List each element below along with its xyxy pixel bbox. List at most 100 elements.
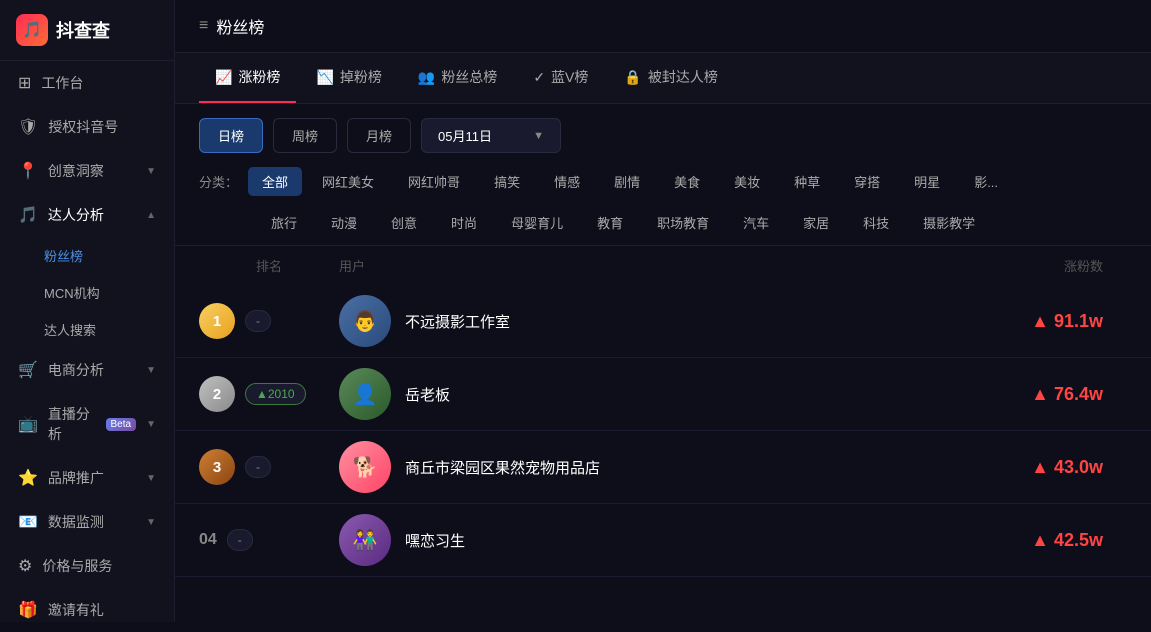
sidebar-item-auth[interactable]: 🛡 授权抖音号 [0, 105, 174, 149]
table-row[interactable]: 1 - 👨 不远摄影工作室 ▲ 91.1w [175, 285, 1151, 358]
cat-food[interactable]: 美食 [660, 167, 714, 196]
cat-fashion[interactable]: 穿搭 [840, 167, 894, 196]
rank-badge: - [227, 529, 253, 551]
cat-drama[interactable]: 剧情 [600, 167, 654, 196]
pricing-icon: ⚙ [18, 556, 32, 576]
cat-parenting[interactable]: 母婴育儿 [497, 208, 577, 237]
sidebar-item-ecommerce[interactable]: 🛒 电商分析 ▼ [0, 348, 174, 392]
sidebar-item-label: 达人分析 [48, 205, 104, 225]
sidebar-item-creator[interactable]: 🎵 达人分析 ▲ [0, 193, 174, 237]
sidebar-item-pricing[interactable]: ⚙ 价格与服务 [0, 544, 174, 588]
sidebar-item-label: 电商分析 [48, 360, 104, 380]
cat-grass[interactable]: 种草 [780, 167, 834, 196]
page-header: ≡ 粉丝榜 [175, 0, 1151, 53]
tab-total[interactable]: 👥 粉丝总榜 [402, 53, 513, 103]
badge-text: - [238, 533, 242, 547]
chevron-down-icon: ▼ [146, 517, 156, 528]
rank-medal-gold: 1 [199, 303, 235, 339]
sidebar: 🎵 抖查查 ⊞ 工作台 🛡 授权抖音号 📍 创意洞察 ▼ 🎵 达人分析 ▲ 粉丝… [0, 0, 175, 622]
logo-icon: 🎵 [16, 14, 48, 46]
fans-count: ▲ 42.5w [1031, 530, 1103, 550]
chevron-down-icon: ▼ [146, 419, 156, 430]
rise-icon: 📈 [215, 69, 232, 86]
table-row[interactable]: 3 - 🐕 商丘市梁园区果然宠物用品店 ▲ 43.0w [175, 431, 1151, 504]
cat-all[interactable]: 全部 [248, 167, 302, 196]
cat-celeb[interactable]: 明星 [900, 167, 954, 196]
insight-icon: 📍 [18, 161, 38, 181]
cat-home[interactable]: 家居 [789, 208, 843, 237]
rank-number: 04 [199, 531, 217, 549]
rank-number: 3 [213, 459, 221, 476]
cat-funny[interactable]: 搞笑 [480, 167, 534, 196]
sidebar-item-label: 品牌推广 [48, 468, 104, 488]
cat-style[interactable]: 时尚 [437, 208, 491, 237]
chevron-down-icon: ▼ [146, 365, 156, 376]
cat-emotion[interactable]: 情感 [540, 167, 594, 196]
cat-travel[interactable]: 旅行 [257, 208, 311, 237]
workspace-icon: ⊞ [18, 73, 31, 93]
sidebar-item-label: 授权抖音号 [48, 117, 118, 137]
page-title: 粉丝榜 [216, 14, 264, 38]
badge-text: ▲2010 [256, 387, 295, 401]
cat-anime[interactable]: 动漫 [317, 208, 371, 237]
cat-beauty[interactable]: 网红美女 [308, 167, 388, 196]
rank-badge-up: ▲2010 [245, 383, 306, 405]
cat-photo[interactable]: 摄影教学 [909, 208, 989, 237]
cat-education[interactable]: 教育 [583, 208, 637, 237]
beta-badge: Beta [106, 418, 137, 431]
table-row[interactable]: 2 ▲2010 👤 岳老板 ▲ 76.4w [175, 358, 1151, 431]
tab-label: 蓝V榜 [551, 67, 588, 87]
drop-icon: 📉 [316, 69, 333, 86]
cat-car[interactable]: 汽车 [729, 208, 783, 237]
cat-tech[interactable]: 科技 [849, 208, 903, 237]
avatar-icon: 🐕 [353, 455, 378, 480]
sidebar-item-label: 邀请有礼 [48, 600, 104, 620]
rank-number: 1 [213, 313, 221, 330]
sidebar-item-brand[interactable]: ⭐ 品牌推广 ▼ [0, 456, 174, 500]
fans-column: ▲ 76.4w [967, 384, 1127, 405]
date-dropdown[interactable]: 05月11日 ▼ [421, 118, 561, 153]
sidebar-item-invite[interactable]: 🎁 邀请有礼 [0, 588, 174, 632]
daily-button[interactable]: 日榜 [199, 118, 263, 153]
live-icon: 📺 [18, 414, 38, 434]
category-row-2: 旅行 动漫 创意 时尚 母婴育儿 教育 职场教育 汽车 家居 科技 摄影教学 [233, 208, 1151, 245]
avatar-icon: 👤 [353, 382, 378, 407]
tab-bluev[interactable]: ✓ 蓝V榜 [517, 53, 604, 103]
tab-rise[interactable]: 📈 涨粉榜 [199, 53, 296, 103]
sidebar-item-mcn[interactable]: MCN机构 [0, 274, 174, 311]
header-rank: 排名 [199, 256, 339, 275]
fans-label: 粉丝榜 [44, 246, 83, 265]
cat-creative[interactable]: 创意 [377, 208, 431, 237]
rank-column: 2 ▲2010 [199, 376, 339, 412]
sidebar-item-workspace[interactable]: ⊞ 工作台 [0, 61, 174, 105]
cat-handsome[interactable]: 网红帅哥 [394, 167, 474, 196]
user-name: 岳老板 [405, 384, 450, 405]
sidebar-item-live[interactable]: 📺 直播分析 Beta ▼ [0, 392, 174, 456]
monthly-button[interactable]: 月榜 [347, 118, 411, 153]
table-row[interactable]: 04 - 👫 嘿恋习生 ▲ 42.5w [175, 504, 1151, 577]
chevron-up-icon: ▲ [146, 210, 156, 221]
rank-column: 3 - [199, 449, 339, 485]
weekly-button[interactable]: 周榜 [273, 118, 337, 153]
chevron-down-icon: ▼ [146, 473, 156, 484]
user-column: 👤 岳老板 [339, 368, 967, 420]
app-name: 抖查查 [56, 17, 110, 43]
sidebar-item-fans[interactable]: 粉丝榜 [0, 237, 174, 274]
ecommerce-icon: 🛒 [18, 360, 38, 380]
sidebar-item-label: 价格与服务 [42, 556, 112, 576]
fans-count: ▲ 91.1w [1031, 311, 1103, 331]
header-fans: 涨粉数 [967, 256, 1127, 275]
tab-locked[interactable]: 🔒 被封达人榜 [608, 53, 733, 103]
avatar: 🐕 [339, 441, 391, 493]
tab-drop[interactable]: 📉 掉粉榜 [300, 53, 397, 103]
sidebar-item-search[interactable]: 达人搜索 [0, 311, 174, 348]
cat-career[interactable]: 职场教育 [643, 208, 723, 237]
cat-makeup[interactable]: 美妆 [720, 167, 774, 196]
avatar: 👫 [339, 514, 391, 566]
badge-text: - [256, 314, 260, 328]
sidebar-item-insight[interactable]: 📍 创意洞察 ▼ [0, 149, 174, 193]
category-row-1: 分类： 全部 网红美女 网红帅哥 搞笑 情感 剧情 美食 美妆 种草 穿搭 明星… [175, 167, 1151, 208]
sidebar-item-monitor[interactable]: 📧 数据监测 ▼ [0, 500, 174, 544]
cat-more[interactable]: 影... [960, 167, 1012, 196]
user-name: 商丘市梁园区果然宠物用品店 [405, 457, 600, 478]
